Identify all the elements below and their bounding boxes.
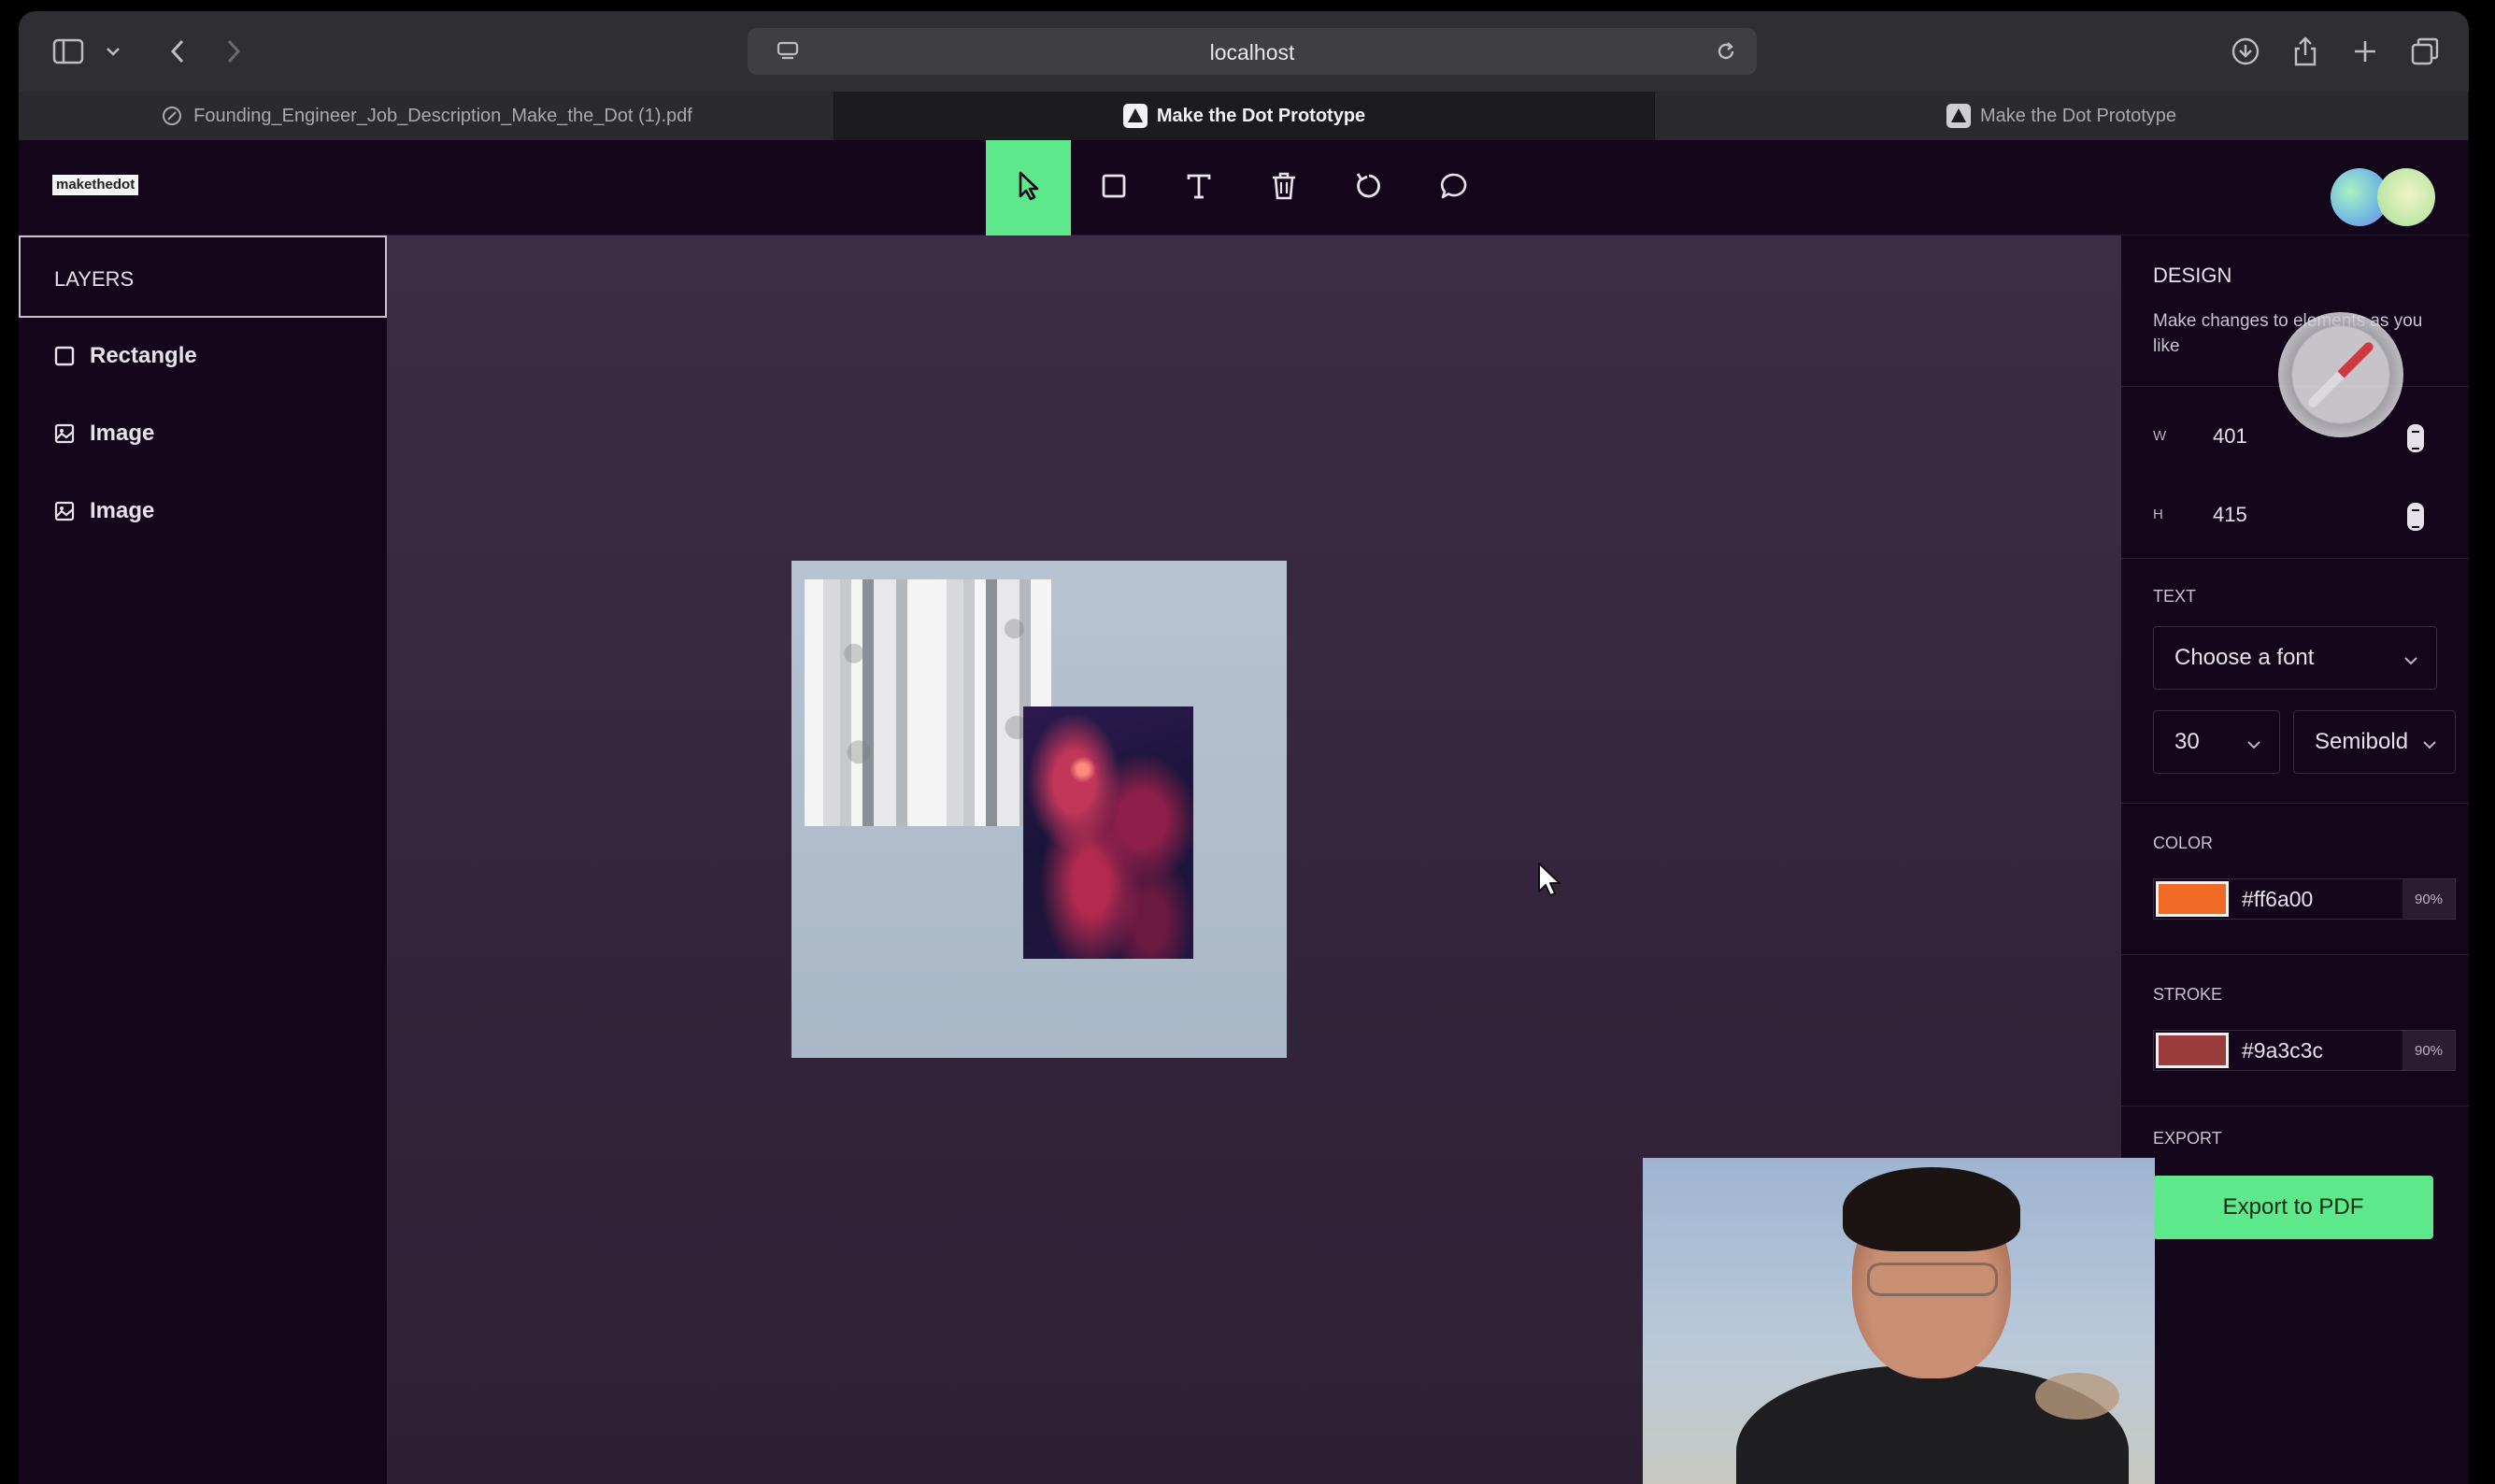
height-stepper-icon[interactable] <box>2407 503 2424 531</box>
tab-prototype[interactable]: Make the Dot Prototype <box>1655 92 2469 140</box>
select-tool-button[interactable] <box>986 140 1071 235</box>
app-logo-icon <box>1122 104 1148 128</box>
font-weight-select[interactable]: Semibold <box>2293 710 2456 774</box>
image-icon <box>52 421 77 446</box>
height-value[interactable]: 415 <box>2213 503 2247 527</box>
font-select[interactable]: Choose a font <box>2153 626 2437 690</box>
presenter-hair <box>1843 1167 2020 1251</box>
cursor-arrow-icon <box>1015 170 1043 207</box>
canvas-image-floral[interactable] <box>1023 706 1193 959</box>
fill-color-field[interactable]: #ff6a00 90% <box>2153 878 2456 920</box>
canvas-image-wallpaper[interactable] <box>805 579 1051 826</box>
app-logo-icon <box>1946 104 1971 128</box>
width-field[interactable]: W 401 <box>2153 419 2433 456</box>
chevron-down-icon <box>2402 649 2419 666</box>
trash-icon <box>1270 171 1298 206</box>
artboard-rectangle[interactable] <box>791 561 1287 1058</box>
font-size-select[interactable]: 30 <box>2153 710 2280 774</box>
collaborator-avatars[interactable] <box>2331 168 2439 226</box>
tab-label: Make the Dot Prototype <box>1156 105 1366 126</box>
compass-icon <box>160 104 184 128</box>
font-weight-value: Semibold <box>2315 729 2409 754</box>
back-arrow-icon[interactable] <box>159 30 196 73</box>
width-stepper-icon[interactable] <box>2407 424 2424 452</box>
stroke-section: STROKE #9a3c3c 90% <box>2121 955 2469 1106</box>
text-icon <box>1185 172 1213 205</box>
webcam-overlay <box>1643 1158 2155 1484</box>
design-panel: DESIGN Make changes to elements as you l… <box>2121 235 2469 1484</box>
color-section: COLOR #ff6a00 90% <box>2121 804 2469 955</box>
stroke-color-swatch[interactable] <box>2156 1033 2229 1068</box>
toolbar <box>986 140 1496 235</box>
export-section: EXPORT Export to PDF <box>2121 1106 2469 1293</box>
width-key: W <box>2153 428 2167 444</box>
color-label: COLOR <box>2153 834 2214 852</box>
tab-label: Founding_Engineer_Job_Description_Make_t… <box>193 105 692 126</box>
square-icon <box>52 344 77 368</box>
image-icon <box>52 499 77 523</box>
height-key: H <box>2153 507 2163 522</box>
presenter-shoulder <box>2035 1373 2119 1420</box>
browser-titlebar: localhost <box>19 11 2469 92</box>
rotate-icon <box>1354 171 1384 206</box>
avatar[interactable] <box>2377 168 2435 226</box>
comment-bubble-icon <box>1439 171 1469 206</box>
design-title: DESIGN <box>2153 264 2232 287</box>
text-label: TEXT <box>2153 587 2197 606</box>
rotate-tool-button[interactable] <box>1326 140 1411 235</box>
export-pdf-button[interactable]: Export to PDF <box>2153 1176 2433 1239</box>
address-text: localhost <box>1209 40 1295 64</box>
fill-opacity[interactable]: 90% <box>2402 879 2455 919</box>
chevron-down-icon <box>2421 734 2438 750</box>
layers-header: LAYERS <box>19 235 387 318</box>
browser-tab-bar: Founding_Engineer_Job_Description_Make_t… <box>19 92 2469 140</box>
reload-icon[interactable] <box>1714 39 1738 64</box>
export-label: EXPORT <box>2153 1129 2222 1148</box>
layer-item-image[interactable]: Image <box>52 415 154 452</box>
fill-color-swatch[interactable] <box>2156 881 2229 917</box>
comment-tool-button[interactable] <box>1411 140 1496 235</box>
layer-label: Image <box>90 421 155 446</box>
tab-overview-icon[interactable] <box>2403 30 2446 73</box>
square-icon <box>1100 172 1128 205</box>
height-field[interactable]: H 415 <box>2153 497 2433 535</box>
rectangle-tool-button[interactable] <box>1071 140 1156 235</box>
delete-tool-button[interactable] <box>1241 140 1326 235</box>
fill-color-hex[interactable]: #ff6a00 <box>2242 887 2402 912</box>
layer-label: Image <box>90 498 155 523</box>
tab-pdf[interactable]: Founding_Engineer_Job_Description_Make_t… <box>19 92 834 140</box>
brand-logo[interactable]: makethedot <box>52 175 139 195</box>
download-icon[interactable] <box>2224 30 2267 73</box>
width-value[interactable]: 401 <box>2213 424 2247 449</box>
address-bar[interactable]: localhost <box>748 28 1757 75</box>
layer-item-rectangle[interactable]: Rectangle <box>52 337 197 375</box>
size-section: W 401 H 415 <box>2121 387 2469 559</box>
chevron-down-icon <box>2246 734 2262 750</box>
tab-label: Make the Dot Prototype <box>1979 105 2177 126</box>
font-select-value: Choose a font <box>2174 645 2315 670</box>
layer-label: Rectangle <box>90 343 197 368</box>
text-section: TEXT Choose a font 30 Semibold <box>2121 559 2469 804</box>
stroke-opacity[interactable]: 90% <box>2402 1031 2455 1070</box>
presenter-glasses <box>1867 1263 1998 1296</box>
share-icon[interactable] <box>2284 30 2327 73</box>
forward-arrow-icon[interactable] <box>215 30 252 73</box>
stroke-label: STROKE <box>2153 985 2223 1004</box>
layers-title: LAYERS <box>54 267 135 291</box>
sidebar-toggle-icon[interactable] <box>47 30 90 73</box>
layers-panel: LAYERS Rectangle Image Image <box>19 235 387 1484</box>
text-tool-button[interactable] <box>1156 140 1241 235</box>
stroke-color-field[interactable]: #9a3c3c 90% <box>2153 1030 2456 1071</box>
app-header: makethedot <box>19 140 2469 235</box>
stroke-color-hex[interactable]: #9a3c3c <box>2242 1038 2402 1063</box>
tab-prototype-active[interactable]: Make the Dot Prototype <box>834 92 1655 140</box>
plus-icon[interactable] <box>2344 30 2387 73</box>
mouse-cursor-icon <box>1536 862 1564 899</box>
chevron-down-icon[interactable] <box>99 30 127 73</box>
layer-item-image[interactable]: Image <box>52 492 154 530</box>
font-size-value: 30 <box>2174 729 2200 754</box>
design-section: DESIGN Make changes to elements as you l… <box>2121 235 2469 437</box>
